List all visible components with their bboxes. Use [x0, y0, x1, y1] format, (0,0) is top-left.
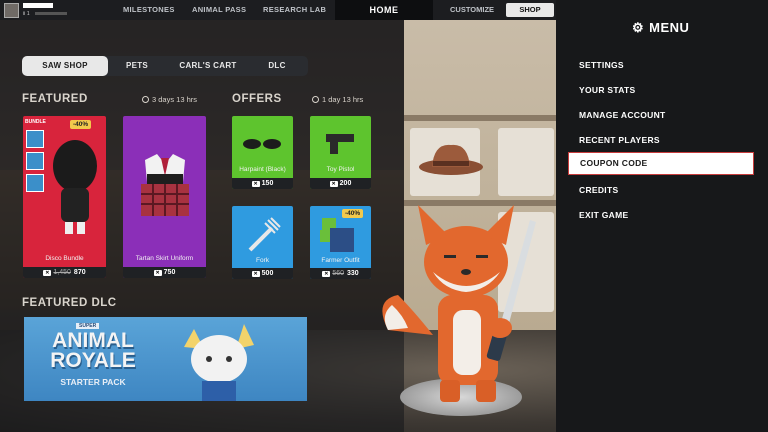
- fox-character-icon: [382, 205, 536, 402]
- price-bar: ✕ 1,450 870: [23, 267, 106, 278]
- tab-pets[interactable]: PETS: [112, 56, 162, 76]
- dlc-character-icon: [184, 324, 254, 401]
- menu-item-coupon-code[interactable]: COUPON CODE: [568, 152, 754, 175]
- dlc-banner-animal-royale[interactable]: SUPER ANIMAL ROYALE STARTER PACK: [24, 317, 307, 401]
- fork-icon: [248, 217, 281, 252]
- scene-display-box: [498, 128, 554, 196]
- cowboy-hat-icon: [419, 144, 483, 175]
- player-name-redacted: [23, 3, 53, 8]
- menu-item-exit-game[interactable]: EXIT GAME: [579, 210, 628, 220]
- featured-dlc-title: FEATURED DLC: [22, 297, 117, 309]
- nav-animal-pass[interactable]: ANIMAL PASS: [192, 5, 246, 14]
- featured-timer: 3 days 13 hrs: [142, 95, 197, 104]
- nav-shop-button[interactable]: SHOP: [506, 3, 554, 17]
- item-name: Disco Bundle: [45, 255, 84, 262]
- side-menu-panel: ⚙ MENU SETTINGS YOUR STATS MANAGE ACCOUNT…: [556, 0, 768, 432]
- menu-item-manage-account[interactable]: MANAGE ACCOUNT: [579, 110, 666, 120]
- nav-customize[interactable]: CUSTOMIZE: [450, 5, 494, 14]
- price-bar: ✕ 750: [123, 267, 206, 278]
- nav-home[interactable]: HOME: [335, 0, 433, 20]
- bundle-tag: BUNDLE: [25, 119, 46, 125]
- price-bar: ✕ 500: [232, 268, 293, 279]
- saw-coin-icon: ✕: [329, 181, 338, 187]
- bundle-item-thumb: [26, 152, 44, 170]
- featured-title: FEATURED: [22, 93, 88, 105]
- eye-paint-icon: [243, 139, 281, 149]
- saw-coin-icon: ✕: [43, 270, 52, 276]
- tartan-uniform-icon: [141, 154, 189, 216]
- shop-card-fork[interactable]: Fork ✕ 500: [232, 206, 293, 279]
- menu-title: ⚙ MENU: [632, 20, 690, 35]
- offers-timer: 1 day 13 hrs: [312, 95, 363, 104]
- item-name: Harpaint (Black): [239, 166, 286, 173]
- pistol-icon: [326, 134, 354, 154]
- tab-dlc[interactable]: DLC: [252, 56, 302, 76]
- top-navigation-bar: Ⅱ 1 MILESTONES ANIMAL PASS RESEARCH LAB …: [0, 0, 556, 20]
- item-name: Tartan Skirt Uniform: [135, 255, 194, 262]
- scene-shelf-top: [404, 115, 556, 121]
- bundle-item-thumb: [26, 130, 44, 148]
- tab-carls-cart[interactable]: CARL'S CART: [168, 56, 248, 76]
- nav-research-lab[interactable]: RESEARCH LAB: [263, 5, 326, 14]
- saw-coin-icon: ✕: [322, 271, 331, 277]
- saw-coin-icon: ✕: [251, 181, 260, 187]
- price-bar: ✕ 150: [232, 178, 293, 189]
- disco-character-icon: [53, 140, 97, 234]
- item-name: Farmer Outfit: [321, 257, 360, 264]
- clock-icon: [142, 96, 149, 103]
- tab-saw-shop[interactable]: SAW SHOP: [22, 56, 108, 76]
- shop-card-harpaint[interactable]: Harpaint (Black) ✕ 150: [232, 116, 293, 189]
- price-bar: ✕ 200: [310, 178, 371, 189]
- discount-badge: -40%: [70, 120, 92, 129]
- item-name: Fork: [256, 257, 269, 264]
- bundle-item-thumb: [26, 174, 44, 192]
- menu-item-your-stats[interactable]: YOUR STATS: [579, 85, 636, 95]
- nav-milestones[interactable]: MILESTONES: [123, 5, 175, 14]
- shop-card-toy-pistol[interactable]: Toy Pistol ✕ 200: [310, 116, 371, 189]
- player-level: Ⅱ 1: [23, 11, 30, 17]
- player-avatar[interactable]: [4, 3, 19, 18]
- saw-coin-icon: ✕: [251, 271, 260, 277]
- menu-item-settings[interactable]: SETTINGS: [579, 60, 624, 70]
- gear-icon: ⚙: [632, 20, 645, 35]
- dlc-logo: ANIMAL ROYALE: [50, 329, 136, 372]
- saw-coin-icon: ✕: [153, 270, 162, 276]
- clock-icon: [312, 96, 319, 103]
- price-bar: ✕ 560 330: [310, 268, 371, 279]
- menu-item-recent-players[interactable]: RECENT PLAYERS: [579, 135, 660, 145]
- shop-card-tartan-skirt[interactable]: Tartan Skirt Uniform ✕ 750: [123, 116, 206, 278]
- item-name: Toy Pistol: [326, 166, 355, 173]
- shop-card-farmer-outfit[interactable]: -40% Farmer Outfit ✕ 560 330: [310, 206, 371, 279]
- farmer-outfit-icon: [320, 218, 354, 252]
- player-xp-bar: [35, 12, 67, 15]
- shop-tab-bar: SAW SHOP PETS CARL'S CART DLC: [22, 56, 308, 76]
- shop-card-disco-bundle[interactable]: BUNDLE -40% Disco Bundle ✕ 1,450 870: [23, 116, 106, 278]
- offers-title: OFFERS: [232, 93, 282, 105]
- dlc-subtitle: STARTER PACK: [60, 377, 126, 387]
- menu-item-credits[interactable]: CREDITS: [579, 185, 618, 195]
